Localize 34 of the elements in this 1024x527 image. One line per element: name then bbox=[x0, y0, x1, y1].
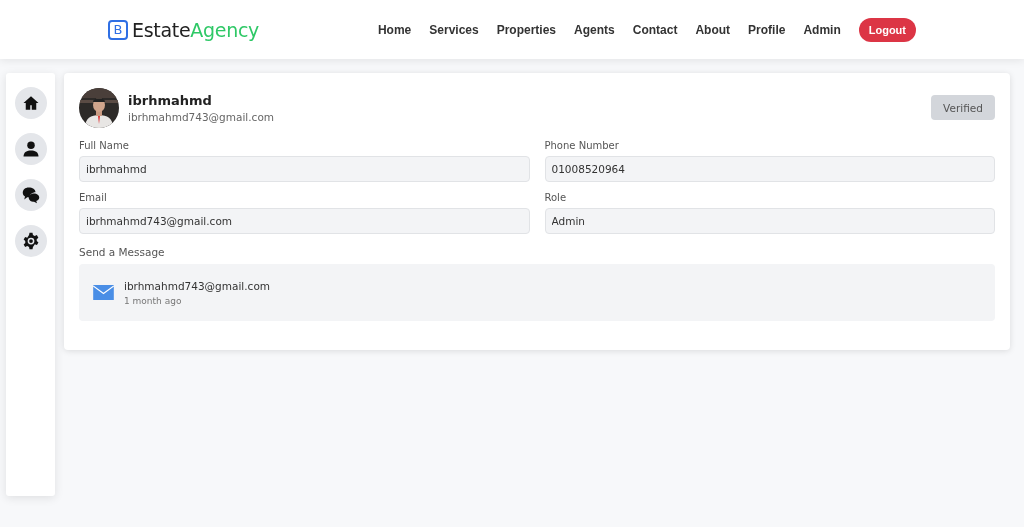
nav-link[interactable]: Profile bbox=[748, 22, 786, 37]
settings-icon bbox=[21, 232, 40, 250]
field-label: Role bbox=[544, 192, 568, 203]
user-button[interactable] bbox=[14, 133, 47, 165]
chat-icon bbox=[21, 186, 40, 204]
nav-link[interactable]: Properties bbox=[496, 22, 557, 37]
nav-link[interactable]: Services bbox=[429, 22, 479, 37]
message-time: 1 month ago bbox=[124, 295, 183, 306]
envelope-icon bbox=[93, 285, 114, 300]
nav-link[interactable]: Contact bbox=[632, 22, 678, 37]
nav-link[interactable]: Agents bbox=[574, 22, 615, 37]
input-field[interactable]: 01008520964 bbox=[544, 156, 995, 182]
user-name: ibrhmahmd bbox=[128, 93, 213, 108]
section-title: Send a Message bbox=[79, 246, 166, 258]
nav-link[interactable]: Admin bbox=[803, 22, 841, 37]
home-icon bbox=[21, 94, 40, 112]
logout-button[interactable]: Logout bbox=[858, 17, 916, 42]
logo-badge: B bbox=[108, 19, 128, 40]
field-label: Email bbox=[79, 192, 108, 203]
user-icon bbox=[21, 140, 40, 158]
user-email: ibrhmahmd743@gmail.com bbox=[128, 111, 275, 123]
input-field[interactable]: ibrhmahmd bbox=[79, 156, 530, 182]
gear-button[interactable] bbox=[14, 225, 47, 257]
input-field[interactable]: Admin bbox=[544, 208, 995, 234]
chat-button[interactable] bbox=[14, 179, 47, 211]
home-button[interactable] bbox=[14, 87, 47, 119]
nav-link[interactable]: Home bbox=[377, 22, 412, 37]
input-field[interactable]: ibrhmahmd743@gmail.com bbox=[79, 208, 530, 234]
message-sender: ibrhmahmd743@gmail.com bbox=[124, 279, 271, 292]
brand-logo[interactable]: EstateAgency bbox=[132, 18, 260, 41]
field-label: Full Name bbox=[79, 140, 130, 151]
message-item[interactable]: ibrhmahmd743@gmail.com 1 month ago bbox=[79, 264, 995, 321]
nav-link[interactable]: About bbox=[695, 22, 731, 37]
field-label: Phone Number bbox=[544, 140, 620, 151]
